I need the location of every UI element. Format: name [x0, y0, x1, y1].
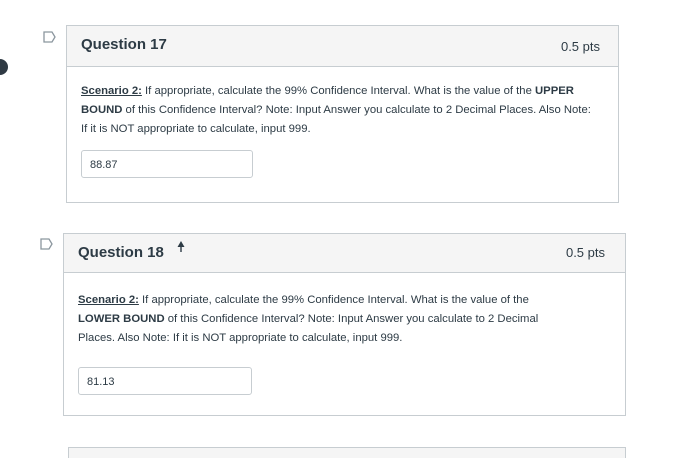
- question-title: Question 18: [78, 244, 164, 261]
- flag-icon[interactable]: [43, 31, 57, 43]
- question-text-part1: If appropriate, calculate the 99% Confid…: [141, 85, 536, 97]
- question-17-header: Question 17 0.5 pts: [67, 26, 618, 67]
- mouse-cursor-icon: [177, 241, 185, 252]
- question-18-header: Question 18 0.5 pts: [64, 234, 625, 273]
- question-points: 0.5 pts: [560, 39, 600, 54]
- flag-icon[interactable]: [40, 238, 54, 250]
- answer-input[interactable]: 88.87: [81, 150, 253, 178]
- question-emphasis: LOWER BOUND: [78, 313, 165, 325]
- question-18-card: Question 18 0.5 pts Scenario 2: If appro…: [63, 233, 626, 416]
- question-text: Scenario 2: If appropriate, calculate th…: [78, 291, 570, 348]
- question-text-part1: If appropriate, calculate the 99% Confid…: [138, 294, 529, 306]
- question-title: Question 17: [81, 36, 167, 53]
- question-text: Scenario 2: If appropriate, calculate th…: [81, 82, 596, 139]
- question-17-card: Question 17 0.5 pts Scenario 2: If appro…: [66, 25, 619, 203]
- scenario-label: Scenario 2:: [78, 294, 139, 306]
- question-points: 0.5 pts: [565, 245, 605, 260]
- answer-input[interactable]: 81.13: [78, 367, 252, 395]
- question-text-part2: of this Confidence Interval? Note: Input…: [81, 104, 591, 135]
- scenario-label: Scenario 2:: [81, 85, 142, 97]
- sidebar-indicator-icon: [0, 59, 8, 75]
